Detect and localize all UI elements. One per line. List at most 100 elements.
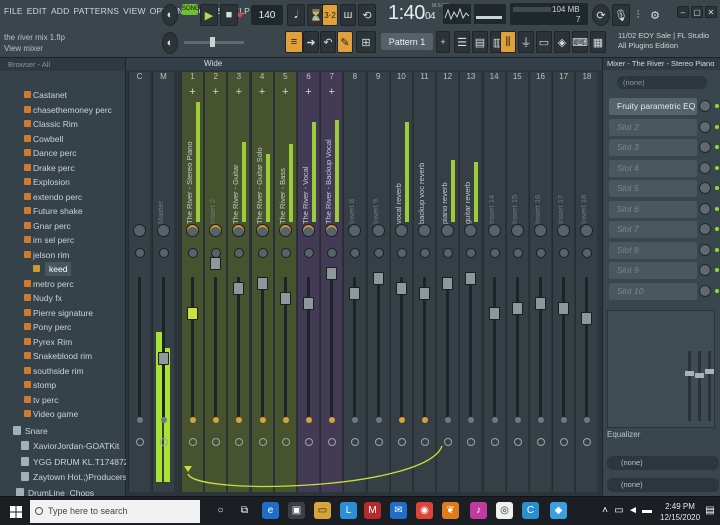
notifications-icon[interactable]: ▤ xyxy=(704,502,716,519)
mute-led[interactable] xyxy=(329,417,336,423)
song-mode-toggle[interactable]: SONG xyxy=(182,4,200,15)
browser-button[interactable]: ▭ xyxy=(536,31,552,53)
mixer-insert-strip[interactable]: 17 Insert 17 xyxy=(552,72,575,492)
volume-fader-track[interactable] xyxy=(446,277,450,417)
play-button[interactable]: ▶ xyxy=(200,4,218,26)
menu-file[interactable]: FILE xyxy=(4,6,23,16)
browser-item[interactable]: im sel perc xyxy=(23,233,74,247)
playlist-button[interactable]: ☰ xyxy=(454,31,470,53)
mute-led[interactable] xyxy=(538,417,544,423)
slot-enable-led[interactable] xyxy=(715,124,719,129)
volume-fader-handle[interactable] xyxy=(419,287,430,300)
cortana-icon[interactable]: ○ xyxy=(212,502,229,519)
main-pitch-slider[interactable] xyxy=(184,37,244,47)
mute-led[interactable] xyxy=(161,417,167,423)
stereo-separation-knob[interactable] xyxy=(396,248,407,258)
volume-fader-track[interactable] xyxy=(492,277,496,417)
mute-led[interactable] xyxy=(491,417,498,423)
mixer-insert-strip[interactable]: 18 Insert 18 xyxy=(575,72,598,492)
stereo-separation-knob[interactable] xyxy=(135,248,145,258)
volume-fader-handle[interactable] xyxy=(187,307,198,320)
output-select-1[interactable]: (none) xyxy=(607,456,719,470)
stereo-separation-knob[interactable] xyxy=(188,248,198,258)
output-select-2[interactable]: (none) xyxy=(607,478,719,492)
stereo-separation-knob[interactable] xyxy=(159,248,169,258)
app-l-icon[interactable]: L xyxy=(340,502,357,519)
volume-fader-handle[interactable] xyxy=(279,292,291,305)
mixer-insert-strip[interactable]: 11 backup voc reverb xyxy=(413,72,435,492)
touch-keyboard-button[interactable]: ⌨ xyxy=(572,31,588,53)
browser-item[interactable]: stomp xyxy=(23,378,56,392)
mixer-insert-strip[interactable]: 15 Insert 15 xyxy=(505,72,528,492)
pan-knob[interactable] xyxy=(487,224,501,237)
volume-fader-handle[interactable] xyxy=(558,302,570,315)
pan-knob[interactable] xyxy=(186,224,199,237)
slot-enable-led[interactable] xyxy=(715,145,719,149)
effect-slot[interactable]: Slot 2 xyxy=(609,118,697,136)
task-view-icon[interactable]: ⧉ xyxy=(236,502,253,519)
route-plus-icon[interactable]: + xyxy=(298,86,319,98)
stereo-separation-knob[interactable] xyxy=(350,248,361,258)
stereo-separation-knob[interactable] xyxy=(512,248,523,258)
pan-knob[interactable] xyxy=(302,224,315,237)
mixer-insert-strip[interactable]: 12 piano reverb xyxy=(436,72,459,492)
slot-mix-knob[interactable] xyxy=(699,284,711,297)
browser-item[interactable]: Castanet xyxy=(23,88,67,102)
browser-item[interactable]: Video game xyxy=(23,407,78,421)
menu-patterns[interactable]: PATTERNS xyxy=(73,6,119,16)
time-display[interactable]: 1:4004 xyxy=(388,2,436,25)
mcafee-icon[interactable]: M xyxy=(364,502,381,519)
mute-led[interactable] xyxy=(375,417,382,423)
pan-knob[interactable] xyxy=(278,224,292,237)
tray-chevron-icon[interactable]: ˄ xyxy=(600,502,610,519)
volume-fader-track[interactable] xyxy=(214,277,218,417)
pan-knob[interactable] xyxy=(325,224,339,237)
route-plus-icon[interactable]: + xyxy=(205,86,226,98)
slot-mix-knob[interactable] xyxy=(699,223,711,235)
volume-fader-handle[interactable] xyxy=(535,297,546,310)
taskbar-search[interactable]: Type here to search xyxy=(30,500,200,523)
pan-knob[interactable] xyxy=(580,224,594,237)
effect-slot[interactable]: Fruity parametric EQ 2 xyxy=(609,98,697,128)
effect-slot[interactable]: Slot 4 xyxy=(609,159,697,177)
store-icon[interactable]: ▣ xyxy=(288,502,305,519)
volume-fader-handle[interactable] xyxy=(210,257,222,270)
browser-item[interactable]: Pony perc xyxy=(23,320,71,334)
mixer-insert-strip[interactable]: 3 + The River - Guitar xyxy=(227,72,250,492)
stereo-separation-knob[interactable] xyxy=(373,248,384,258)
route-plus-icon[interactable]: + xyxy=(321,86,342,98)
volume-fader-track[interactable] xyxy=(469,277,473,417)
slot-mix-knob[interactable] xyxy=(699,202,711,215)
volume-fader-handle[interactable] xyxy=(303,297,314,310)
pitch-knob-icon[interactable]: ◐ xyxy=(162,32,178,54)
effect-slot[interactable]: Slot 9 xyxy=(609,262,697,279)
route-plus-icon[interactable]: + xyxy=(275,86,296,98)
volume-fader-handle[interactable] xyxy=(158,352,169,365)
mixer-insert-strip[interactable]: 6 + The River - Vocal xyxy=(297,72,319,492)
master-strip[interactable]: M Master xyxy=(152,72,174,492)
volume-fader-handle[interactable] xyxy=(233,282,245,295)
effect-slot[interactable]: Slot 7 xyxy=(609,221,697,238)
metronome-button[interactable]: 𝅘𝅥 xyxy=(287,4,305,26)
online-button[interactable]: ⟳ xyxy=(592,4,610,26)
slot-enable-led[interactable] xyxy=(715,186,719,190)
mute-led[interactable] xyxy=(236,417,243,423)
browser-item[interactable]: keed xyxy=(32,262,72,276)
stereo-separation-knob[interactable] xyxy=(327,248,338,258)
browser-item[interactable]: extendo perc xyxy=(23,190,82,204)
pan-knob[interactable] xyxy=(557,224,571,237)
mute-led[interactable] xyxy=(445,417,452,423)
volume-fader-handle[interactable] xyxy=(511,302,523,315)
effect-slot[interactable]: Slot 8 xyxy=(609,241,697,259)
browser-item[interactable]: chasethemoney perc xyxy=(24,103,112,117)
undo-button[interactable]: ↶ xyxy=(320,31,336,53)
slot-mix-knob[interactable] xyxy=(699,243,711,256)
slot-mix-knob[interactable] xyxy=(699,161,711,174)
browser-folder[interactable]: XaviorJordan-GOATKit xyxy=(20,439,119,453)
mute-led[interactable] xyxy=(398,417,405,423)
volume-fader-handle[interactable] xyxy=(465,272,477,285)
pan-knob[interactable] xyxy=(157,224,170,237)
slot-enable-led[interactable] xyxy=(715,104,719,108)
itunes-icon[interactable]: ♪ xyxy=(470,502,487,519)
mute-led[interactable] xyxy=(514,417,521,423)
